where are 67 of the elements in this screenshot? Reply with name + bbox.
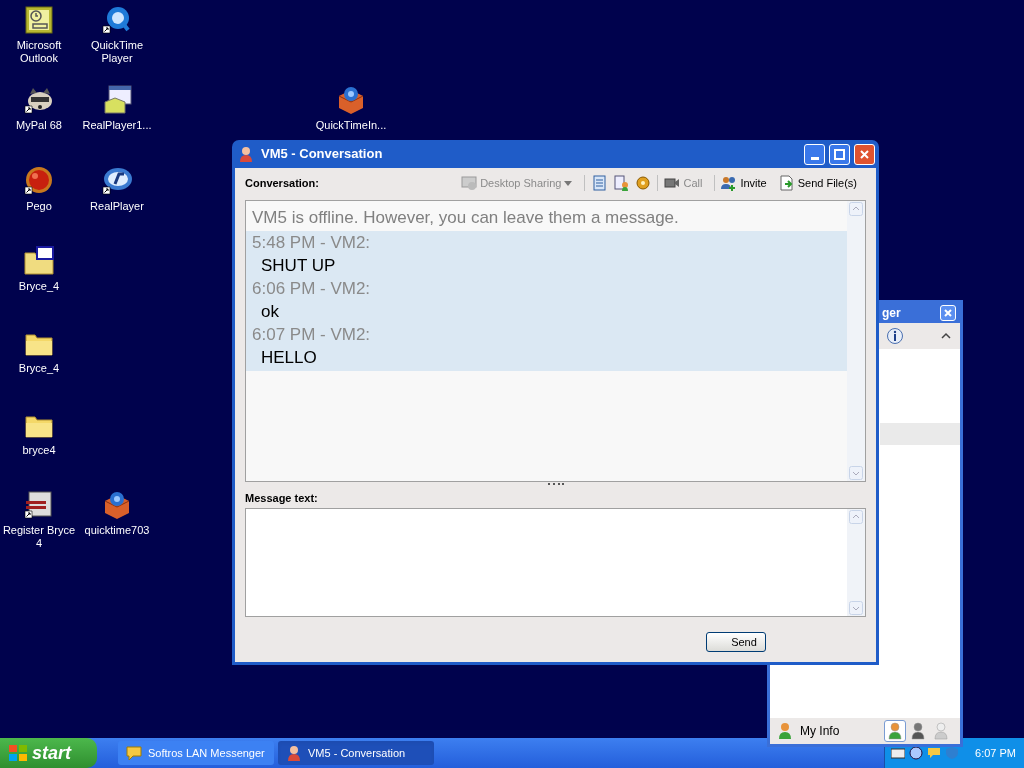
message-text: SHUT UP — [260, 255, 337, 277]
my-info-link[interactable]: My Info — [800, 722, 840, 740]
video-camera-icon — [664, 175, 681, 191]
icon-label[interactable]: quicktime703 — [84, 524, 150, 537]
monitor-icon — [461, 175, 478, 191]
close-button[interactable] — [940, 305, 956, 321]
speech-bubble-icon — [126, 745, 142, 761]
toolbar-button[interactable]: Send File(s) — [775, 172, 860, 194]
caret-icon — [564, 180, 573, 186]
window-title: ger — [882, 305, 901, 322]
icon-label[interactable]: bryce4 — [22, 444, 56, 457]
gear-icon — [635, 175, 652, 191]
icon-label[interactable]: Microsoft Outlook — [0, 39, 78, 65]
message-header: 6:07 PM - VM2: — [251, 324, 372, 346]
person-icon — [934, 722, 948, 740]
message-header: 5:48 PM - VM2: — [251, 232, 372, 254]
register-icon[interactable] — [23, 489, 55, 521]
splitter-grip-icon[interactable] — [547, 482, 564, 486]
taskbar-button[interactable]: VM5 - Conversation — [278, 741, 434, 765]
send-file-icon — [778, 175, 795, 191]
icon-label[interactable]: Bryce_4 — [18, 280, 60, 293]
clock: 6:07 PM — [975, 745, 1016, 761]
icon-label[interactable]: RealPlayer1... — [82, 119, 152, 132]
windows-logo-icon — [8, 744, 28, 762]
collapse-icon[interactable] — [940, 331, 952, 341]
info-icon[interactable] — [886, 327, 904, 345]
icon-label[interactable]: Bryce_4 — [18, 362, 60, 375]
send-button[interactable]: Send — [706, 632, 766, 652]
icon-label[interactable]: Pego — [26, 200, 52, 213]
status-button[interactable] — [884, 720, 906, 742]
ball-icon[interactable] — [23, 165, 55, 197]
person-icon — [911, 722, 925, 740]
toolbar-button[interactable]: Invite — [718, 172, 770, 194]
iso-folder-icon[interactable] — [23, 245, 55, 277]
close-icon — [859, 148, 870, 160]
maximize-icon — [834, 148, 845, 160]
maximize-button[interactable] — [829, 143, 850, 165]
field-label: Message text: — [245, 490, 318, 506]
status-notice: VM5 is offline. However, you can leave them a message. — [251, 207, 680, 229]
message-input[interactable] — [245, 508, 866, 617]
installer-icon[interactable] — [101, 84, 133, 116]
taskbar-button[interactable]: Softros LAN Messenger — [118, 741, 274, 765]
person-icon — [239, 146, 253, 162]
message-text: HELLO — [260, 347, 318, 369]
close-icon — [943, 308, 953, 318]
close-button[interactable] — [854, 143, 875, 165]
person-icon — [778, 722, 792, 740]
realplayer-icon[interactable] — [101, 165, 133, 197]
contact-info-icon — [613, 175, 630, 191]
icon-label[interactable]: RealPlayer — [90, 200, 144, 213]
outlook-icon[interactable] — [23, 4, 55, 36]
notebook-icon — [591, 175, 608, 191]
minimize-button[interactable] — [804, 143, 825, 165]
person-icon — [888, 722, 902, 740]
minimize-icon — [810, 156, 819, 160]
message-text: ok — [260, 301, 280, 323]
icon-label[interactable]: QuickTimeIn... — [315, 119, 387, 132]
section-label: Conversation: — [245, 175, 319, 191]
icon-label[interactable]: MyPal 68 — [16, 119, 62, 132]
icon-label[interactable]: QuickTime Player — [78, 39, 156, 65]
message-header: 6:06 PM - VM2: — [251, 278, 372, 300]
icon-label[interactable]: Register Bryce 4 — [0, 524, 78, 550]
chat-icon[interactable] — [927, 746, 941, 760]
window-title: VM5 - Conversation — [261, 145, 383, 164]
person-icon — [286, 745, 302, 761]
network-icon[interactable] — [909, 746, 923, 760]
people-add-icon — [721, 175, 738, 191]
